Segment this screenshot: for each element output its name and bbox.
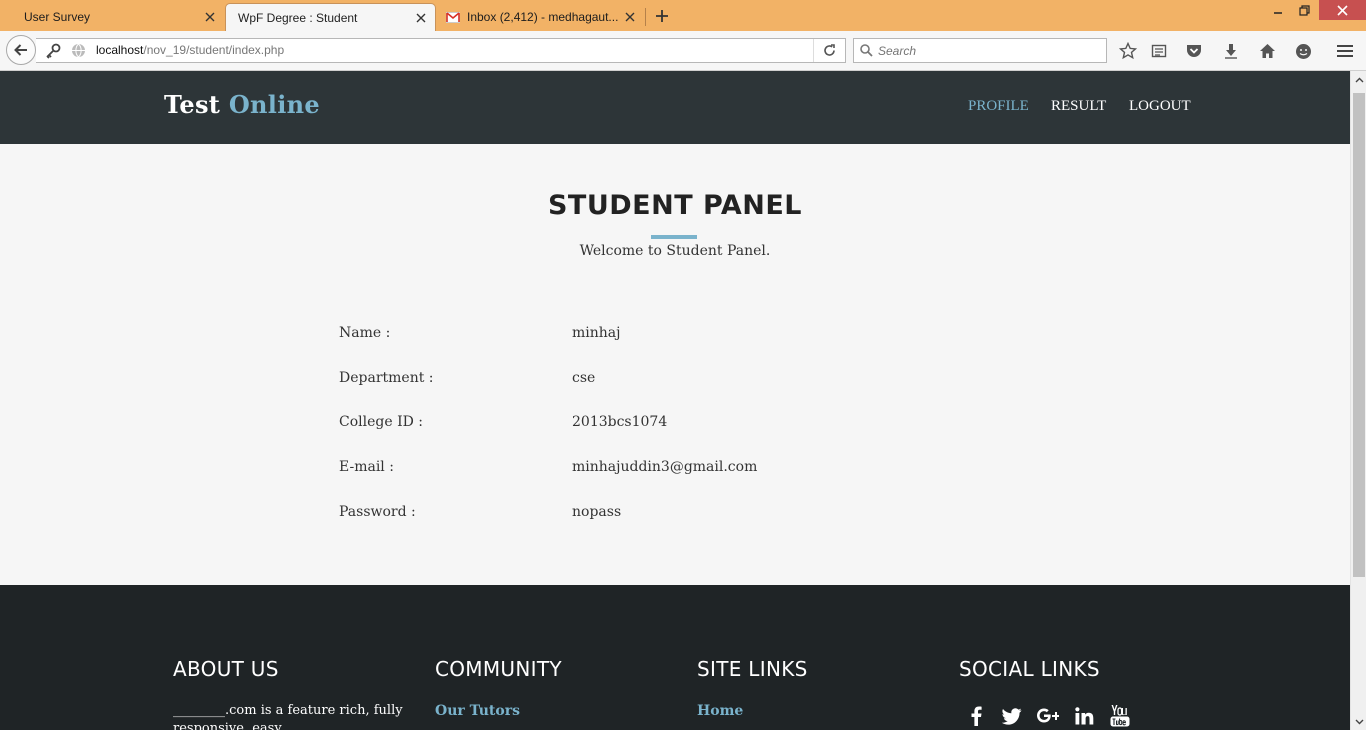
- footer-social-column: SOCIAL LINKS: [959, 657, 1130, 727]
- footer-about-title: ABOUT US: [173, 657, 279, 681]
- scroll-thumb[interactable]: [1353, 93, 1365, 577]
- new-tab-button[interactable]: [652, 6, 672, 26]
- footer-about-text: ________.com is a feature rich, fully re…: [173, 703, 403, 730]
- downloads-button[interactable]: [1220, 40, 1242, 62]
- reading-list-icon: [1151, 44, 1167, 58]
- download-arrow-icon: [1225, 44, 1237, 59]
- reading-list-button[interactable]: [1148, 40, 1170, 62]
- bookmark-star-button[interactable]: [1117, 40, 1139, 62]
- menu-button[interactable]: [1334, 40, 1356, 62]
- globe-icon: [72, 43, 85, 58]
- plus-icon: [656, 10, 668, 22]
- smiley-chat-icon: [1295, 43, 1311, 59]
- field-value: cse: [572, 370, 596, 386]
- browser-toolbar: localhost/nov_19/student/index.php: [0, 31, 1366, 71]
- title-underline: [651, 235, 697, 239]
- tab-user-survey[interactable]: User Survey: [12, 3, 224, 31]
- minimize-button[interactable]: [1268, 0, 1288, 20]
- profile-row-department: Department : cse: [339, 370, 939, 390]
- restore-button[interactable]: [1294, 0, 1314, 20]
- site-header: Test Online PROFILE RESULT LOGOUT: [0, 71, 1350, 144]
- tab-label: User Survey: [24, 10, 91, 24]
- footer-community-column: COMMUNITY Our Tutors: [435, 657, 562, 719]
- profile-row-password: Password : nopass: [339, 504, 939, 524]
- page-scrollbar[interactable]: [1350, 71, 1366, 730]
- close-tab-icon[interactable]: [413, 10, 429, 26]
- field-value: minhajuddin3@gmail.com: [572, 459, 758, 475]
- hello-button[interactable]: [1292, 40, 1314, 62]
- field-label: Password :: [339, 504, 416, 520]
- gmail-icon: [446, 11, 460, 23]
- close-tab-icon[interactable]: [622, 9, 638, 25]
- site-footer: ABOUT US ________.com is a feature rich,…: [0, 585, 1350, 730]
- profile-row-email: E-mail : minhajuddin3@gmail.com: [339, 459, 939, 479]
- footer-site-links-column: SITE LINKS Home: [697, 657, 808, 719]
- nav-result-link[interactable]: RESULT: [1051, 98, 1106, 115]
- search-icon: [860, 44, 873, 57]
- url-text: localhost/nov_19/student/index.php: [96, 43, 284, 57]
- nav-profile-link[interactable]: PROFILE: [968, 98, 1029, 115]
- close-window-button[interactable]: [1319, 0, 1366, 20]
- close-icon: [1337, 4, 1348, 16]
- scroll-up-button[interactable]: [1351, 71, 1366, 88]
- search-bar[interactable]: [853, 38, 1107, 63]
- hamburger-menu-icon: [1337, 45, 1353, 57]
- youtube-icon[interactable]: [1109, 705, 1131, 727]
- page-subtitle: Welcome to Student Panel.: [579, 243, 771, 259]
- home-button[interactable]: [1256, 40, 1278, 62]
- social-links-row: [965, 705, 1131, 727]
- footer-home-link[interactable]: Home: [697, 703, 743, 719]
- reload-button[interactable]: [813, 39, 845, 62]
- facebook-icon[interactable]: [965, 705, 987, 727]
- profile-row-college-id: College ID : 2013bcs1074: [339, 414, 939, 434]
- field-label: Name :: [339, 325, 391, 341]
- field-value: minhaj: [572, 325, 621, 341]
- chevron-up-icon: [1355, 77, 1363, 82]
- browser-tab-strip: User Survey WpF Degree : Student Inbox (…: [0, 0, 1366, 31]
- footer-our-tutors-link[interactable]: Our Tutors: [435, 703, 520, 719]
- pocket-icon: [1187, 45, 1201, 57]
- star-icon: [1119, 42, 1137, 60]
- logo-main-text: Test: [164, 90, 221, 119]
- logo-accent-text: Online: [228, 90, 320, 119]
- tab-divider: [645, 8, 646, 26]
- field-value: nopass: [572, 504, 622, 520]
- reload-icon: [824, 44, 835, 56]
- home-icon: [1259, 44, 1275, 58]
- close-tab-icon[interactable]: [202, 9, 218, 25]
- url-host: localhost: [96, 43, 144, 57]
- site-logo[interactable]: Test Online: [164, 90, 320, 119]
- tab-wpf-degree-student[interactable]: WpF Degree : Student: [225, 3, 436, 31]
- footer-community-title: COMMUNITY: [435, 657, 562, 681]
- footer-site-links-title: SITE LINKS: [697, 657, 808, 681]
- tab-label: WpF Degree : Student: [238, 10, 358, 25]
- url-path: /nov_19/student/index.php: [143, 43, 285, 57]
- footer-about-column: ABOUT US ________.com is a feature rich,…: [173, 657, 403, 730]
- restore-icon: [1298, 4, 1310, 16]
- key-icon[interactable]: [44, 42, 62, 60]
- field-value: 2013bcs1074: [572, 414, 668, 430]
- pocket-button[interactable]: [1183, 40, 1205, 62]
- field-label: Department :: [339, 370, 434, 386]
- tab-label: Inbox (2,412) - medhagaut...: [467, 10, 619, 24]
- twitter-icon[interactable]: [1001, 705, 1023, 727]
- page-title: STUDENT PANEL: [547, 190, 802, 221]
- linkedin-icon[interactable]: [1073, 705, 1095, 727]
- minimize-icon: [1274, 12, 1282, 14]
- scroll-down-button[interactable]: [1351, 713, 1366, 730]
- nav-logout-link[interactable]: LOGOUT: [1129, 98, 1191, 115]
- google-plus-icon[interactable]: [1037, 705, 1059, 727]
- tab-gmail-inbox[interactable]: Inbox (2,412) - medhagaut...: [438, 3, 644, 31]
- field-label: E-mail :: [339, 459, 394, 475]
- address-bar[interactable]: localhost/nov_19/student/index.php: [36, 38, 846, 63]
- chevron-down-icon: [1355, 719, 1363, 724]
- field-label: College ID :: [339, 414, 423, 430]
- arrow-left-icon: [14, 44, 27, 56]
- footer-social-title: SOCIAL LINKS: [959, 657, 1100, 681]
- profile-row-name: Name : minhaj: [339, 325, 939, 345]
- search-input[interactable]: [878, 42, 1098, 60]
- back-button[interactable]: [6, 35, 36, 65]
